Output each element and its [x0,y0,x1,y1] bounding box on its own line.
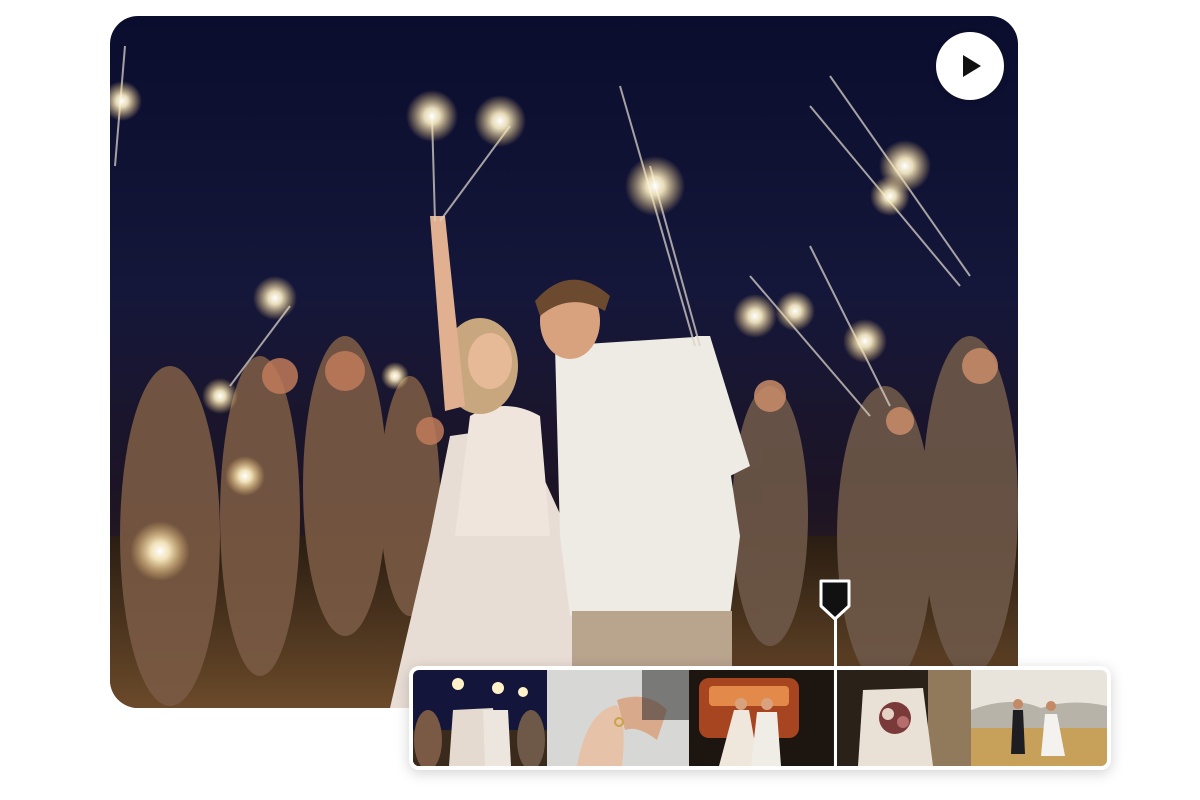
frame-couple-field[interactable] [971,670,1107,766]
video-preview[interactable] [110,16,1018,708]
frame-ring-hands[interactable] [547,670,689,766]
frame-field-thumbnail [971,670,1107,766]
frame-couple-van[interactable] [689,670,833,766]
playhead-line [834,612,837,768]
filmstrip-frames [413,670,1107,766]
frame-bouquet[interactable] [833,670,971,766]
frame-sparklers-night[interactable] [413,670,547,766]
frame-bouquet-thumbnail [833,670,971,766]
playhead-marker-icon [819,579,851,621]
frame-rings-thumbnail [547,670,689,766]
play-button[interactable] [936,32,1004,100]
frame-sparklers-thumbnail [413,670,547,766]
frame-van-thumbnail [689,670,833,766]
play-icon [963,55,981,77]
preview-image [110,45,1018,708]
playhead-handle[interactable] [818,578,852,622]
timeline-filmstrip[interactable] [409,666,1111,770]
